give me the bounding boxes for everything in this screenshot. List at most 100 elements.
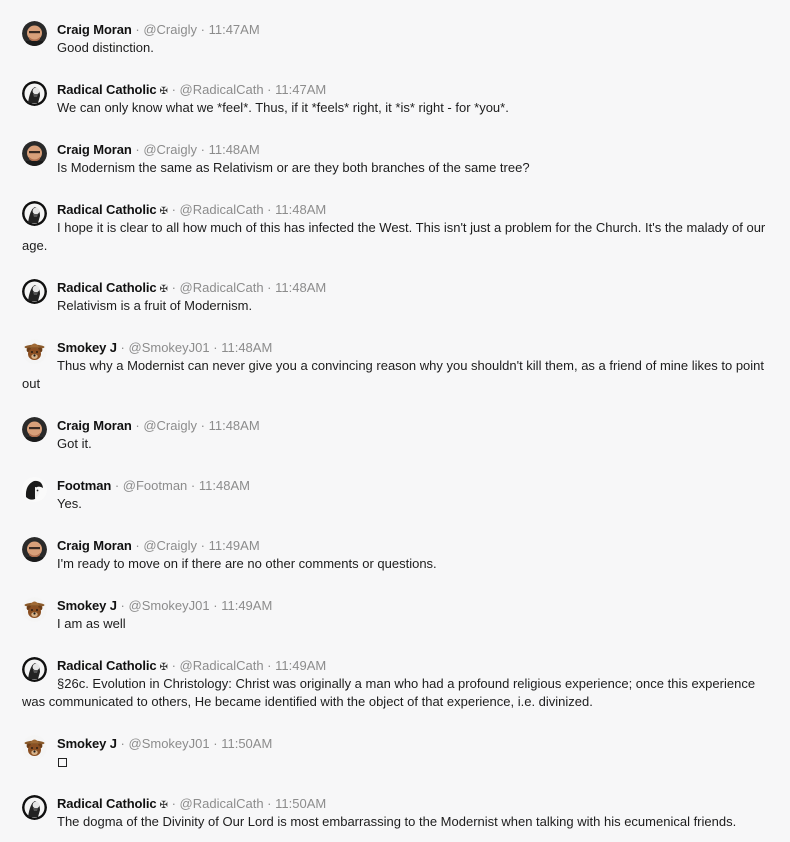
message-header: Smokey J · @SmokeyJ01 · 11:50AM — [57, 735, 272, 753]
message-header: Craig Moran · @Craigly · 11:47AM — [57, 21, 260, 39]
separator: · — [120, 598, 125, 613]
avatar[interactable] — [22, 735, 47, 760]
author-badge: ✠ — [159, 206, 168, 217]
author-handle[interactable]: @RadicalCath — [180, 796, 264, 811]
message-text: Is Modernism the same as Relativism or a… — [57, 160, 530, 175]
message-text: Got it. — [57, 436, 92, 451]
message-text — [57, 753, 67, 771]
message-header: Craig Moran · @Craigly · 11:49AM — [57, 537, 260, 555]
avatar[interactable] — [22, 141, 47, 166]
author-name[interactable]: Radical Catholic — [57, 658, 157, 673]
separator: · — [267, 202, 272, 217]
message-text: §26c. Evolution in Christology: Christ w… — [22, 676, 756, 709]
separator: · — [190, 478, 196, 493]
separator: · — [135, 142, 140, 157]
square-emoji-icon — [58, 758, 67, 768]
separator: · — [171, 796, 176, 811]
author-handle[interactable]: @RadicalCath — [180, 658, 264, 673]
separator: · — [120, 340, 125, 355]
message-timestamp: 11:47AM — [275, 82, 327, 97]
author-name[interactable]: Radical Catholic — [57, 202, 157, 217]
author-name[interactable]: Smokey J — [57, 598, 117, 613]
message-timestamp: 11:48AM — [208, 142, 260, 157]
message-header: Radical Catholic ✠ · @RadicalCath · 11:50… — [57, 795, 326, 813]
message-text: I hope it is clear to all how much of th… — [22, 220, 766, 253]
avatar[interactable] — [22, 81, 47, 106]
avatar[interactable] — [22, 477, 47, 502]
separator: · — [267, 796, 272, 811]
author-handle[interactable]: @Craigly — [143, 418, 197, 433]
message-timestamp: 11:47AM — [208, 22, 260, 37]
message-timestamp: 11:50AM — [275, 796, 327, 811]
author-handle[interactable]: @SmokeyJ01 — [129, 340, 210, 355]
author-name[interactable]: Smokey J — [57, 736, 117, 751]
separator: · — [200, 538, 205, 553]
author-badge: ✠ — [159, 86, 168, 97]
avatar[interactable] — [22, 417, 47, 442]
separator: · — [200, 142, 205, 157]
message-timestamp: 11:50AM — [221, 736, 273, 751]
author-name[interactable]: Radical Catholic — [57, 280, 157, 295]
author-badge: ✠ — [159, 284, 168, 295]
author-badge: ✠ — [159, 662, 168, 673]
separator: · — [200, 22, 205, 37]
author-handle[interactable]: @Craigly — [143, 22, 197, 37]
avatar[interactable] — [22, 795, 47, 820]
separator: · — [200, 418, 205, 433]
separator: · — [135, 22, 140, 37]
separator: · — [267, 280, 272, 295]
separator: · — [135, 538, 140, 553]
message-text: Relativism is a fruit of Modernism. — [57, 298, 253, 313]
message-header: Footman · @Footman · 11:48AM — [57, 477, 250, 495]
separator: · — [135, 418, 140, 433]
message-header: Radical Catholic ✠ · @RadicalCath · 11:49… — [57, 657, 326, 675]
author-name[interactable]: Craig Moran — [57, 142, 132, 157]
message-timestamp: 11:48AM — [221, 340, 273, 355]
message-timestamp: 11:48AM — [275, 202, 327, 217]
author-name[interactable]: Craig Moran — [57, 418, 132, 433]
message-text: I'm ready to move on if there are no oth… — [57, 556, 437, 571]
message-timestamp: 11:49AM — [275, 658, 327, 673]
message-text: Yes. — [57, 496, 82, 511]
message-timestamp: 11:49AM — [221, 598, 273, 613]
author-handle[interactable]: @SmokeyJ01 — [129, 736, 210, 751]
separator: · — [213, 340, 218, 355]
separator: · — [171, 658, 176, 673]
author-handle[interactable]: @RadicalCath — [180, 82, 264, 97]
author-name[interactable]: Craig Moran — [57, 538, 132, 553]
separator: · — [114, 478, 120, 493]
message-header: Radical Catholic ✠ · @RadicalCath · 11:48… — [57, 201, 326, 219]
author-handle[interactable]: @Footman — [123, 478, 188, 493]
separator: · — [171, 82, 176, 97]
author-handle[interactable]: @SmokeyJ01 — [129, 598, 210, 613]
author-name[interactable]: Footman — [57, 478, 111, 493]
separator: · — [120, 736, 125, 751]
separator: · — [171, 280, 176, 295]
message-text: We can only know what we *feel*. Thus, i… — [57, 100, 509, 115]
message-header: Craig Moran · @Craigly · 11:48AM — [57, 141, 260, 159]
message-text: I am as well — [57, 616, 126, 631]
author-handle[interactable]: @Craigly — [143, 538, 197, 553]
author-name[interactable]: Radical Catholic — [57, 82, 157, 97]
message-header: Smokey J · @SmokeyJ01 · 11:49AM — [57, 597, 272, 615]
author-name[interactable]: Craig Moran — [57, 22, 132, 37]
avatar[interactable] — [22, 279, 47, 304]
avatar[interactable] — [22, 597, 47, 622]
author-badge: ✠ — [159, 800, 168, 811]
separator: · — [213, 736, 218, 751]
avatar[interactable] — [22, 537, 47, 562]
message-timestamp: 11:49AM — [208, 538, 260, 553]
author-name[interactable]: Smokey J — [57, 340, 117, 355]
author-handle[interactable]: @RadicalCath — [180, 280, 264, 295]
author-handle[interactable]: @RadicalCath — [180, 202, 264, 217]
message-text: The dogma of the Divinity of Our Lord is… — [57, 814, 737, 829]
message-header: Craig Moran · @Craigly · 11:48AM — [57, 417, 260, 435]
author-handle[interactable]: @Craigly — [143, 142, 197, 157]
message-header: Radical Catholic ✠ · @RadicalCath · 11:47… — [57, 81, 326, 99]
message-text: Good distinction. — [57, 40, 154, 55]
message-timestamp: 11:48AM — [275, 280, 327, 295]
separator: · — [267, 658, 272, 673]
author-name[interactable]: Radical Catholic — [57, 796, 157, 811]
avatar[interactable] — [22, 21, 47, 46]
separator: · — [213, 598, 218, 613]
